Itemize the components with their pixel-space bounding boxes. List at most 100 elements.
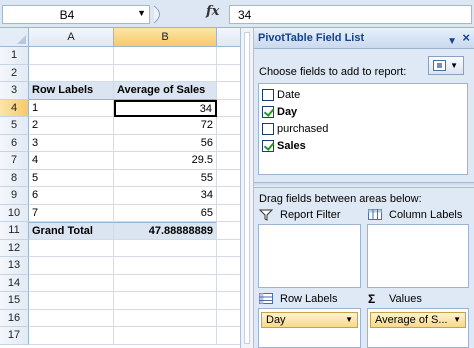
cell-a[interactable]: 2 [29,117,114,135]
pane-splitter[interactable] [240,28,254,348]
field-checkbox-sales[interactable] [262,139,274,152]
row-header[interactable]: 14 [0,274,29,292]
cell-c[interactable] [217,135,240,152]
field-item-day[interactable]: Day [262,103,297,120]
cell-c[interactable] [217,100,240,117]
formula-bar-resize-handle[interactable] [152,5,166,24]
cell-a[interactable]: 5 [29,169,114,187]
row-header[interactable]: 11 [0,222,29,240]
cell-a[interactable]: 4 [29,152,114,170]
field-item-sales[interactable]: Sales [262,137,306,154]
cell-a[interactable]: 7 [29,204,114,222]
grand-total-label[interactable]: Grand Total [29,222,114,240]
cell-c[interactable] [217,222,240,240]
cell-c[interactable] [217,170,240,187]
row-header[interactable]: 10 [0,204,29,222]
row-header[interactable]: 7 [0,152,29,170]
row-labels-area[interactable]: Day ▼ [258,308,361,348]
active-cell-b4[interactable]: 34 [114,99,217,117]
cell-c[interactable] [217,292,240,310]
cell-b[interactable]: 55 [114,169,217,187]
cell-c[interactable] [217,327,240,345]
cell-a[interactable]: 3 [29,134,114,152]
cell-b[interactable] [114,309,217,327]
cell-a[interactable] [29,309,114,327]
chevron-down-icon[interactable]: ▼ [345,313,353,327]
close-icon[interactable]: × [462,30,470,46]
formula-input[interactable]: 34 [229,5,472,24]
cell-c[interactable] [217,310,240,327]
cell-a[interactable] [29,257,114,275]
cell-b[interactable] [114,47,217,65]
cell-b[interactable]: 29.5 [114,152,217,170]
row-header[interactable]: 8 [0,169,29,187]
cell-c[interactable] [217,257,240,275]
row-header[interactable]: 2 [0,64,29,82]
cell-c[interactable] [217,82,240,100]
row-header[interactable]: 12 [0,239,29,257]
cell-a[interactable]: 1 [29,99,114,117]
column-header-c[interactable] [217,28,240,47]
field-checkbox-day[interactable] [262,105,274,118]
row-header[interactable]: 1 [0,47,29,65]
pane-section-divider[interactable] [254,182,474,188]
column-header-b[interactable]: B [114,28,217,47]
cell-c[interactable] [217,187,240,205]
cell-a[interactable] [29,274,114,292]
name-box-dropdown-icon[interactable]: ▼ [137,8,146,18]
row-header[interactable]: 16 [0,309,29,327]
cell-b[interactable]: 34 [114,187,217,205]
column-header-a[interactable]: A [29,28,114,47]
cell-b[interactable]: 65 [114,204,217,222]
cell-b[interactable] [114,292,217,310]
row-field-chip-day[interactable]: Day ▼ [261,312,358,328]
insert-function-button[interactable]: fx [206,4,219,19]
splitter-grip[interactable] [244,32,250,344]
values-area[interactable]: Average of S... ▼ [367,308,469,348]
cell-a[interactable] [29,239,114,257]
cell-c[interactable] [217,275,240,292]
cell-a[interactable]: 6 [29,187,114,205]
field-checkbox-purchased[interactable] [262,122,274,135]
cell-b[interactable] [114,274,217,292]
cell-b[interactable] [114,327,217,345]
cell-a[interactable] [29,47,114,65]
cell-c[interactable] [217,117,240,135]
cell-b[interactable]: 72 [114,117,217,135]
cell-c[interactable] [217,205,240,222]
pane-options-caret-icon[interactable]: ▼ [447,32,457,52]
row-header[interactable]: 17 [0,327,29,345]
chevron-down-icon[interactable]: ▼ [453,313,461,327]
row-header[interactable]: 9 [0,187,29,205]
cell-c[interactable] [217,47,240,65]
row-header[interactable]: 15 [0,292,29,310]
cell-a[interactable] [29,292,114,310]
row-header[interactable]: 6 [0,134,29,152]
cell-a[interactable] [29,327,114,345]
cell-text: 7 [32,206,39,219]
field-checkbox-date[interactable] [262,88,274,101]
grand-total-value[interactable]: 47.88888889 [114,222,217,240]
cell-b[interactable] [114,239,217,257]
column-labels-area[interactable] [367,224,469,288]
report-filter-area[interactable] [258,224,361,288]
value-field-chip-sales[interactable]: Average of S... ▼ [370,312,466,328]
pivot-header-value[interactable]: Average of Sales [114,82,217,100]
cell-c[interactable] [217,152,240,170]
pivot-header-row-labels[interactable]: Row Labels▼ [29,82,114,100]
cell-c[interactable] [217,240,240,257]
row-header[interactable]: 13 [0,257,29,275]
cell-b[interactable] [114,257,217,275]
cell-b[interactable] [114,64,217,82]
row-header[interactable]: 4 [0,99,29,117]
field-item-date[interactable]: Date [262,86,300,103]
cell-c[interactable] [217,65,240,82]
name-box[interactable]: B4 ▼ [2,5,150,24]
row-header[interactable]: 5 [0,117,29,135]
select-all-corner[interactable] [0,28,29,47]
field-item-purchased[interactable]: purchased [262,120,328,137]
cell-a[interactable] [29,64,114,82]
cell-b[interactable]: 56 [114,134,217,152]
field-list-layout-button[interactable]: ▼ [428,56,464,75]
row-header[interactable]: 3 [0,82,29,100]
